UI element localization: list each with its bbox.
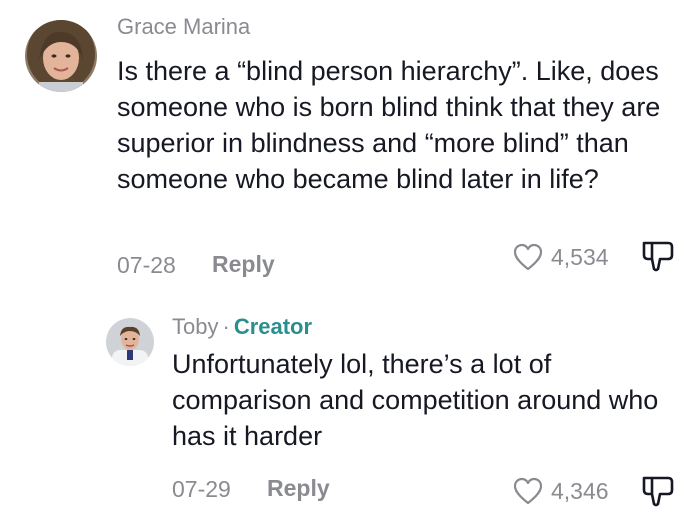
creator-badge: Creator — [233, 314, 313, 339]
separator: · — [222, 314, 230, 339]
comment-text: Is there a “blind person hierarchy”. Lik… — [117, 56, 661, 194]
reply-button[interactable]: Reply — [212, 251, 275, 278]
comment-author[interactable]: Toby · Creator — [172, 314, 312, 340]
heart-outline-icon — [513, 477, 543, 505]
avatar[interactable] — [106, 318, 154, 366]
dislike-button[interactable] — [640, 239, 676, 273]
like-button[interactable]: 4,346 — [513, 477, 609, 505]
thumbs-down-outline-icon — [642, 241, 674, 272]
reply-button[interactable]: Reply — [267, 475, 330, 502]
avatar[interactable] — [25, 20, 97, 92]
user-avatar-photo-icon — [106, 318, 154, 366]
thumbs-down-outline-icon — [642, 476, 674, 507]
user-avatar-photo-icon — [25, 20, 97, 92]
like-button[interactable]: 4,534 — [513, 243, 609, 271]
comment-text: Unfortunately lol, there’s a lot of comp… — [172, 349, 659, 451]
heart-outline-icon — [513, 243, 543, 271]
dislike-button[interactable] — [640, 474, 676, 508]
comment-author[interactable]: Grace Marina — [117, 14, 250, 40]
like-count: 4,534 — [551, 243, 609, 270]
comment-date: 07-29 — [172, 476, 231, 502]
author-name: Toby — [172, 314, 219, 339]
comment-date: 07-28 — [117, 252, 176, 278]
like-count: 4,346 — [551, 477, 609, 504]
